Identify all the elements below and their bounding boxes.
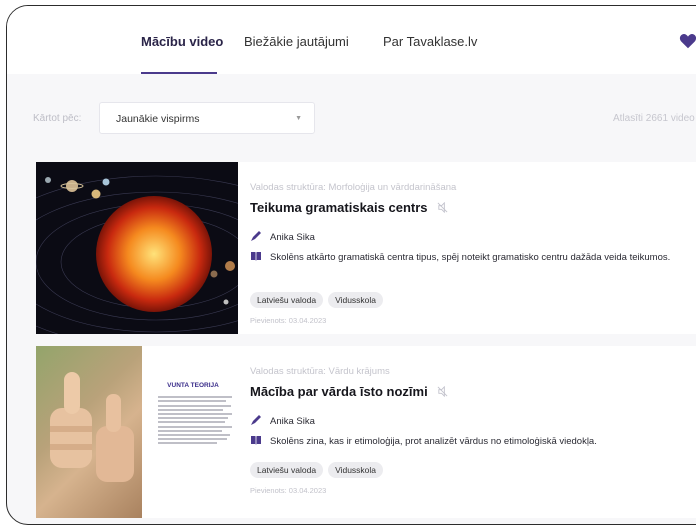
video-title-text: Mācība par vārda īsto nozīmi [250, 384, 428, 399]
thumbs-up-photo [36, 346, 142, 518]
solar-system-image[interactable] [36, 162, 238, 334]
tag-badge[interactable]: Vidusskola [328, 462, 384, 478]
result-count: Atlasīti 2661 video [613, 113, 695, 124]
video-title-text: Teikuma gramatiskais centrs [250, 200, 428, 215]
description-row: Skolēns atkārto gramatiskā centra tipus,… [250, 250, 696, 282]
sort-selected-value: Jaunākie vispirms [116, 113, 200, 125]
book-icon [251, 252, 261, 261]
author-name: Anika Sika [270, 416, 315, 427]
sort-dropdown[interactable]: Jaunākie vispirms ▼ [99, 102, 315, 134]
video-card[interactable]: Valodas struktūra: Morfoloģija un vārdda… [36, 162, 696, 334]
video-card[interactable]: VUNTA TEORIJA Valodas struktūra: Vārdu k… [36, 346, 696, 518]
video-category[interactable]: Valodas struktūra: Vārdu krājums [250, 366, 390, 377]
author-row: Anika Sika [250, 230, 696, 244]
book-icon [251, 436, 261, 445]
author-name: Anika Sika [270, 232, 315, 243]
description-row: Skolēns zina, kas ir etimoloģija, prot a… [250, 434, 696, 450]
video-info: Valodas struktūra: Vārdu krājums Mācība … [250, 346, 696, 518]
date-added: Pievienots: 03.04.2023 [250, 316, 327, 325]
tag-badge[interactable]: Vidusskola [328, 292, 384, 308]
tag-badge[interactable]: Latviešu valoda [250, 462, 324, 478]
tab-video-lessons[interactable]: Mācību video [141, 34, 223, 49]
active-tab-indicator [141, 72, 217, 74]
chevron-down-icon: ▼ [295, 115, 302, 122]
tab-faq[interactable]: Biežākie jautājumi [244, 34, 349, 49]
tag-badge[interactable]: Latviešu valoda [250, 292, 324, 308]
author-row: Anika Sika [250, 414, 696, 428]
video-description: Skolēns zina, kas ir etimoloģija, prot a… [270, 436, 597, 447]
video-title[interactable]: Teikuma gramatiskais centrs [250, 200, 448, 215]
pen-icon [251, 415, 261, 425]
top-navigation: Mācību video Biežākie jautājumi Par Tava… [7, 6, 696, 74]
muted-icon [437, 386, 448, 397]
heart-icon[interactable] [679, 33, 696, 49]
video-title[interactable]: Mācība par vārda īsto nozīmi [250, 384, 448, 399]
video-description: Skolēns atkārto gramatiskā centra tipus,… [270, 252, 671, 263]
date-added: Pievienots: 03.04.2023 [250, 486, 327, 495]
muted-icon [437, 202, 448, 213]
tag-list: Latviešu valoda Vidusskola [250, 462, 384, 478]
thumbs-up-image[interactable]: VUNTA TEORIJA [36, 346, 238, 518]
slide-title: VUNTA TEORIJA [167, 382, 219, 389]
video-category[interactable]: Valodas struktūra: Morfoloģija un vārdda… [250, 182, 456, 193]
app-window: Mācību video Biežākie jautājumi Par Tava… [6, 5, 696, 525]
tag-list: Latviešu valoda Vidusskola [250, 292, 384, 308]
sort-label: Kārtot pēc: [33, 113, 82, 124]
tab-about[interactable]: Par Tavaklase.lv [383, 34, 477, 49]
video-info: Valodas struktūra: Morfoloģija un vārdda… [250, 162, 696, 334]
slide-text-lines [158, 394, 232, 446]
pen-icon [251, 231, 261, 241]
